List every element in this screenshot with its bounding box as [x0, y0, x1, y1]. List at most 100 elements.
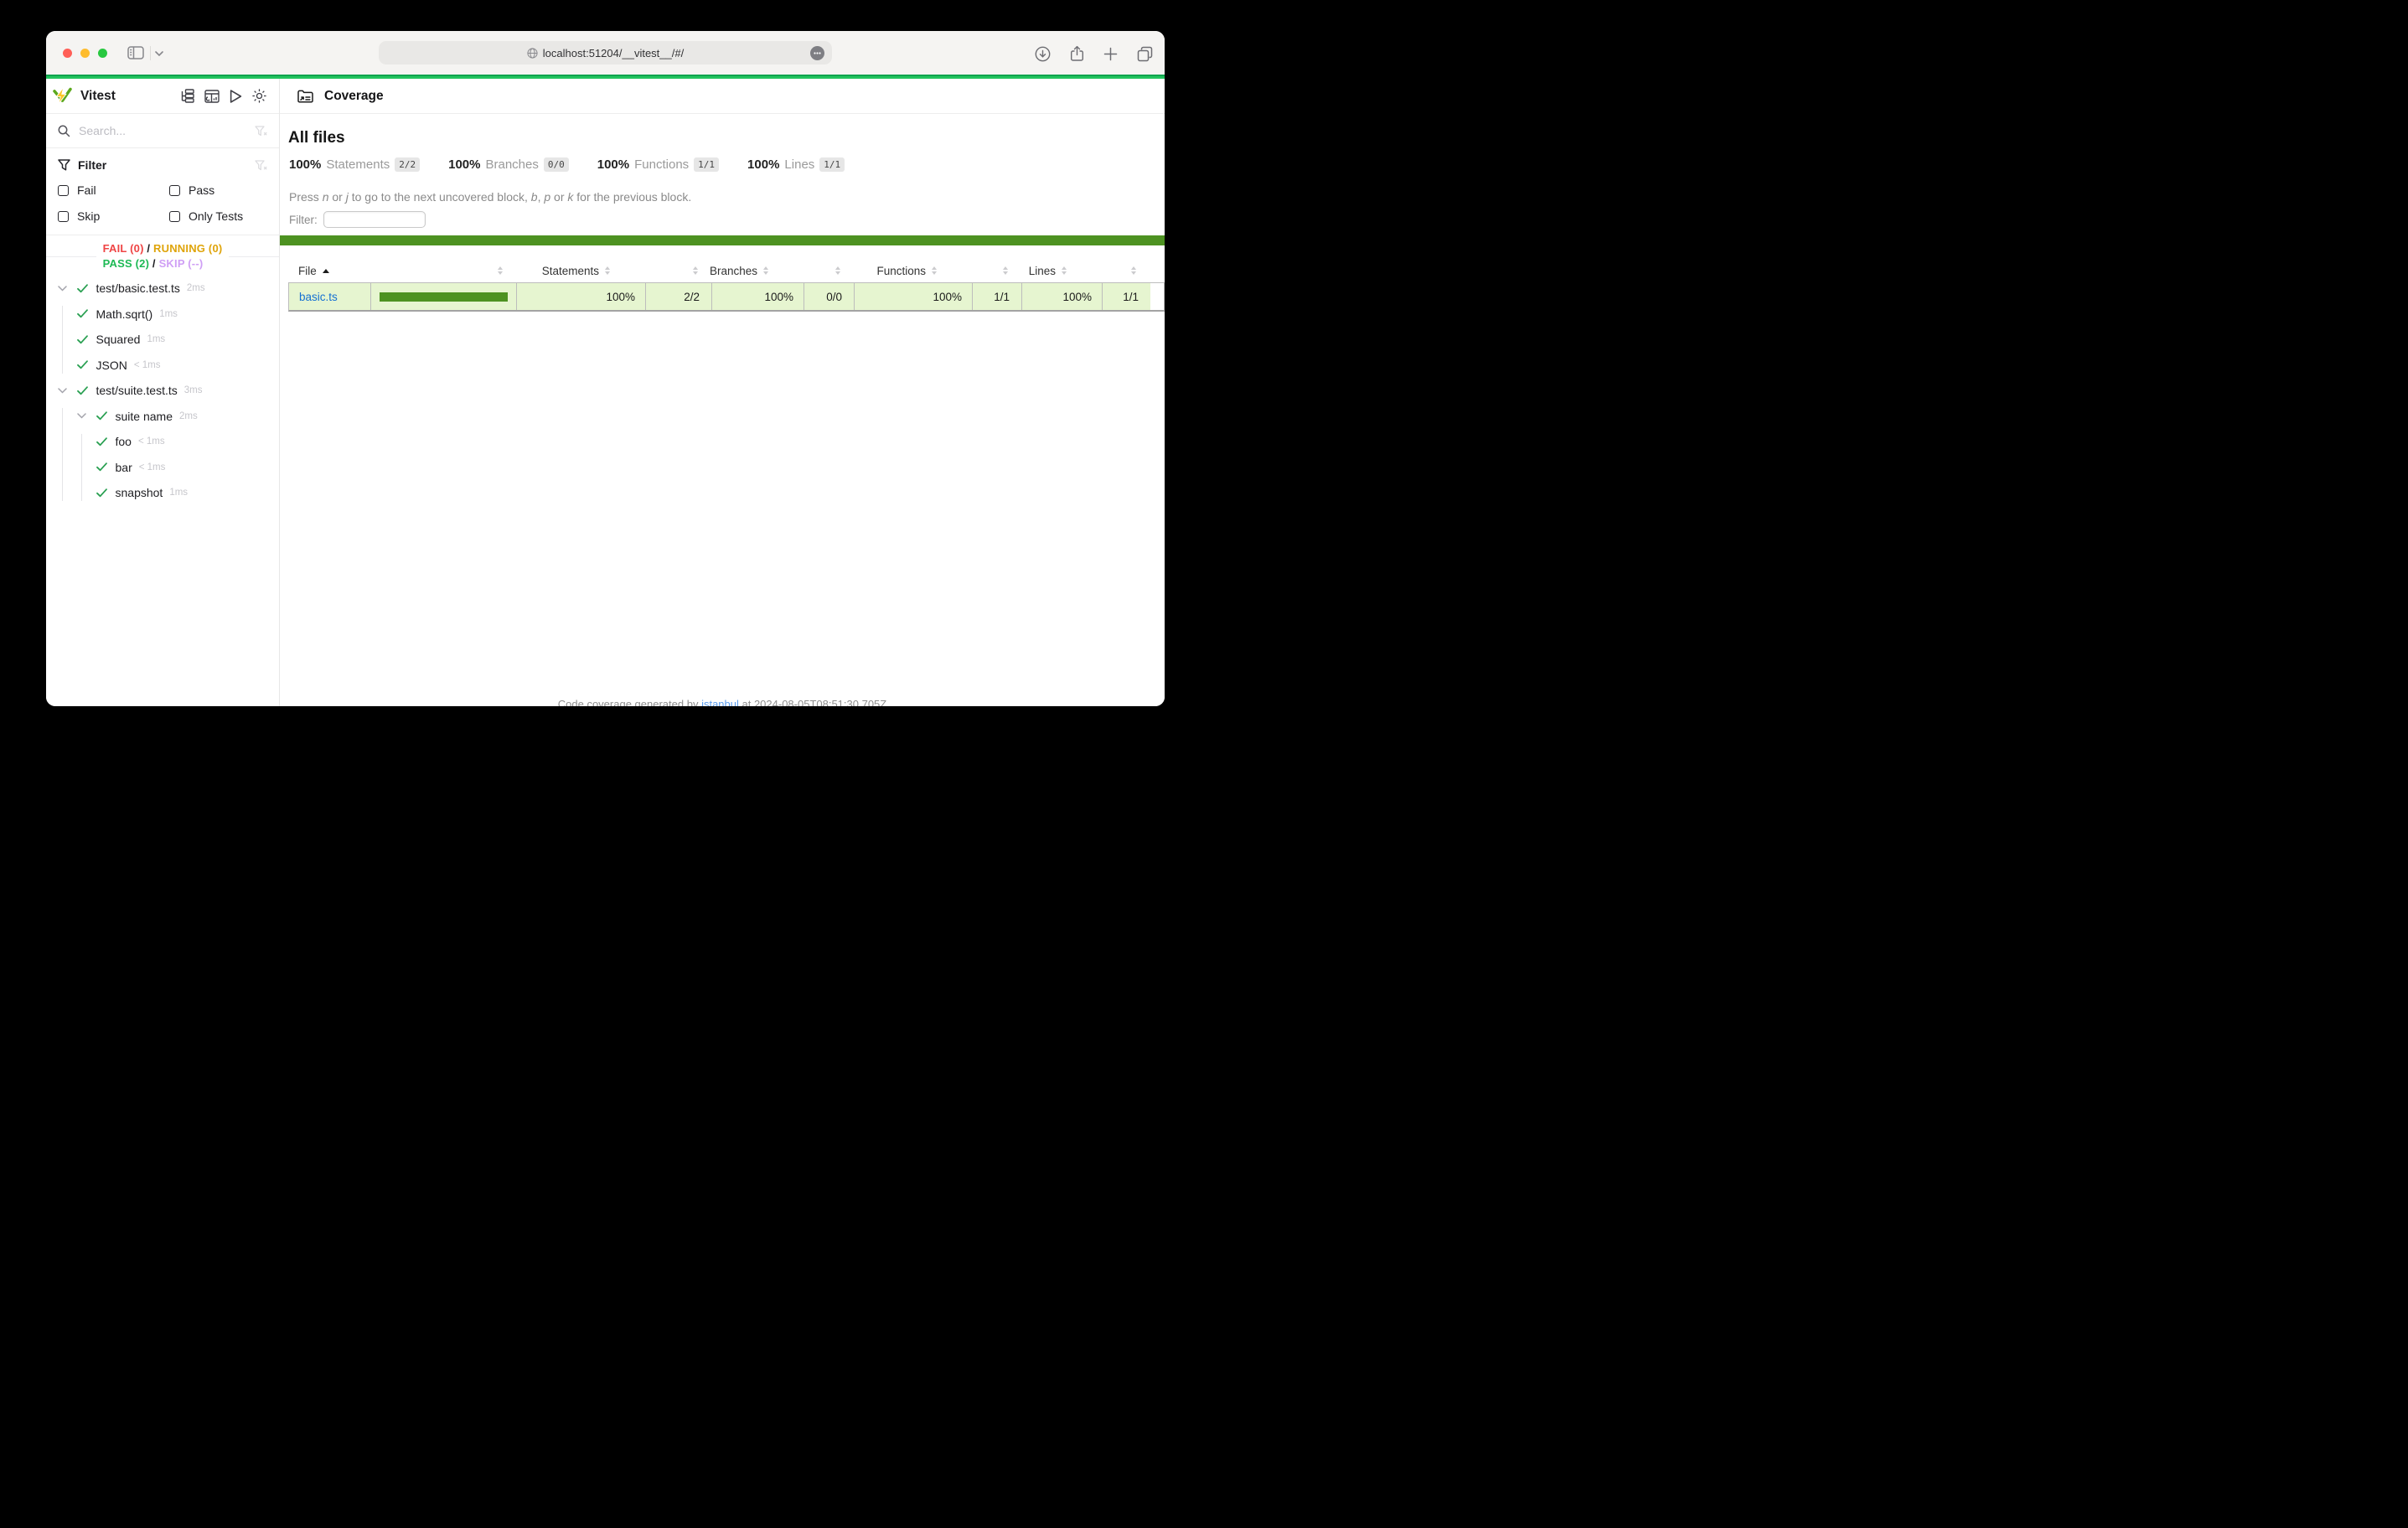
sidebar-toggle-icon[interactable] — [127, 46, 144, 59]
run-all-icon[interactable] — [230, 90, 242, 103]
coverage-stats: 100%Statements2/2100%Branches0/0100%Func… — [289, 157, 1165, 172]
share-icon[interactable] — [1070, 45, 1084, 62]
filter-checkbox-fail[interactable]: Fail — [58, 180, 169, 200]
status-sep: / — [144, 242, 153, 255]
pass-check-icon — [96, 437, 116, 447]
tree-item[interactable]: Squared1ms — [46, 327, 279, 353]
chevron-down-icon[interactable] — [58, 286, 77, 292]
pass-check-icon — [77, 284, 96, 293]
sort-icon[interactable] — [1131, 266, 1136, 275]
tree-guide — [62, 306, 63, 374]
column-header-sorter[interactable] — [370, 259, 516, 282]
clear-search-filter-icon[interactable] — [255, 126, 267, 137]
pass-check-icon — [77, 309, 96, 318]
chevron-down-icon[interactable] — [77, 413, 96, 419]
tree-item[interactable]: suite name2ms — [46, 404, 279, 430]
filter-checkboxes: Fail PassSkipOnly Tests — [58, 180, 279, 226]
search-input[interactable] — [79, 124, 246, 137]
column-header-statements[interactable]: Statements — [516, 259, 645, 282]
close-button[interactable] — [63, 49, 72, 58]
pass-check-icon — [96, 411, 116, 421]
coverage-table-row: basic.ts100%2/2100%0/0100%1/1100%1/1 — [288, 282, 1165, 312]
stat-fraction: 1/1 — [694, 157, 719, 172]
filter-checkbox-skip[interactable]: Skip — [58, 206, 169, 226]
page-menu-ellipsis-icon[interactable] — [810, 46, 824, 60]
stat-percentage: 100% — [747, 157, 779, 172]
sort-icon[interactable] — [763, 266, 768, 275]
tab-overview-icon[interactable] — [1137, 46, 1153, 62]
column-header-sorter[interactable] — [804, 259, 854, 282]
filter-checkbox-pass[interactable]: Pass — [169, 180, 279, 200]
tree-item-label: Math.sqrt() — [96, 307, 153, 321]
file-link[interactable]: basic.ts — [299, 291, 338, 303]
funnel-icon — [58, 159, 70, 171]
vitest-logo — [53, 87, 72, 105]
tree-item-label: test/suite.test.ts — [96, 384, 178, 397]
url-bar[interactable]: localhost:51204/__vitest__/#/ — [379, 41, 832, 65]
zoom-button[interactable] — [98, 49, 107, 58]
checkbox-label: Fail — [77, 183, 96, 197]
sort-icon[interactable] — [605, 266, 610, 275]
checkbox-icon[interactable] — [58, 185, 69, 196]
coverage-heading: All files — [288, 129, 1165, 147]
pass-check-icon — [77, 335, 96, 344]
tree-item-label: JSON — [96, 359, 127, 372]
stat-label: Branches — [486, 157, 539, 172]
status-text: FAIL (0) / RUNNING (0)PASS (2) / SKIP (-… — [96, 241, 230, 271]
sort-icon[interactable] — [1003, 266, 1008, 275]
coverage-filter-input[interactable] — [323, 211, 426, 228]
tree-view-icon[interactable] — [180, 89, 194, 103]
minimize-button[interactable] — [80, 49, 90, 58]
tree-item[interactable]: Math.sqrt()1ms — [46, 302, 279, 328]
tree-item[interactable]: test/suite.test.ts 3ms — [46, 378, 279, 404]
new-tab-icon[interactable] — [1103, 47, 1118, 61]
tree-guide — [62, 408, 63, 501]
checkbox-icon[interactable] — [169, 211, 180, 222]
toolbar-right-icons — [1035, 45, 1153, 62]
test-tree: test/basic.test.ts2msMath.sqrt()1msSquar… — [46, 276, 279, 506]
fraction-cell: 1/1 — [973, 283, 1022, 310]
tree-item[interactable]: test/basic.test.ts2ms — [46, 276, 279, 302]
percentage-cell: 100% — [517, 283, 646, 310]
tree-item-duration: 1ms — [147, 334, 165, 344]
globe-icon — [527, 48, 538, 59]
checkbox-icon[interactable] — [58, 211, 69, 222]
coverage-stat-lines: 100%Lines1/1 — [747, 157, 845, 172]
sidebar-header: Vitest — [46, 79, 279, 114]
column-header-lines[interactable]: Lines — [1021, 259, 1102, 282]
downloads-icon[interactable] — [1035, 46, 1051, 62]
tree-item-duration: 3ms — [184, 385, 203, 395]
filter-checkbox-only-tests[interactable]: Only Tests — [169, 206, 279, 226]
chevron-down-icon[interactable] — [155, 51, 163, 56]
sort-icon[interactable] — [835, 266, 840, 275]
traffic-lights — [63, 49, 107, 58]
checkbox-icon[interactable] — [169, 185, 180, 196]
percentage-cell: 100% — [712, 283, 804, 310]
column-header-functions[interactable]: Functions — [854, 259, 972, 282]
column-header-sorter[interactable] — [972, 259, 1021, 282]
url-text: localhost:51204/__vitest__/#/ — [543, 47, 684, 59]
coverage-footer: Code coverage generated by istanbul at 2… — [280, 698, 1165, 706]
sort-icon[interactable] — [498, 266, 503, 275]
column-header-branches[interactable]: Branches — [711, 259, 804, 282]
status-fail: FAIL (0) — [103, 242, 144, 255]
chevron-down-icon[interactable] — [58, 388, 77, 394]
tree-item-label: foo — [116, 435, 132, 448]
sidebar-header-icons — [180, 89, 266, 103]
sort-icon[interactable] — [1062, 266, 1067, 275]
sort-icon[interactable] — [693, 266, 698, 275]
theme-toggle-icon[interactable] — [252, 89, 266, 103]
dashboard-icon[interactable] — [204, 90, 220, 103]
stat-label: Statements — [326, 157, 390, 172]
column-header-sorter[interactable] — [645, 259, 711, 282]
browser-window: localhost:51204/__vitest__/#/ — [46, 31, 1165, 706]
sort-icon[interactable] — [932, 266, 937, 275]
tree-item[interactable]: JSON< 1ms — [46, 353, 279, 379]
column-header-file[interactable]: File — [288, 259, 370, 282]
coverage-filter-label: Filter: — [289, 214, 318, 226]
column-header-sorter[interactable] — [1102, 259, 1150, 282]
pass-check-icon — [77, 386, 96, 395]
clear-filter-icon[interactable] — [255, 160, 267, 171]
coverage-stat-branches: 100%Branches0/0 — [448, 157, 569, 172]
istanbul-link[interactable]: istanbul — [701, 698, 739, 706]
